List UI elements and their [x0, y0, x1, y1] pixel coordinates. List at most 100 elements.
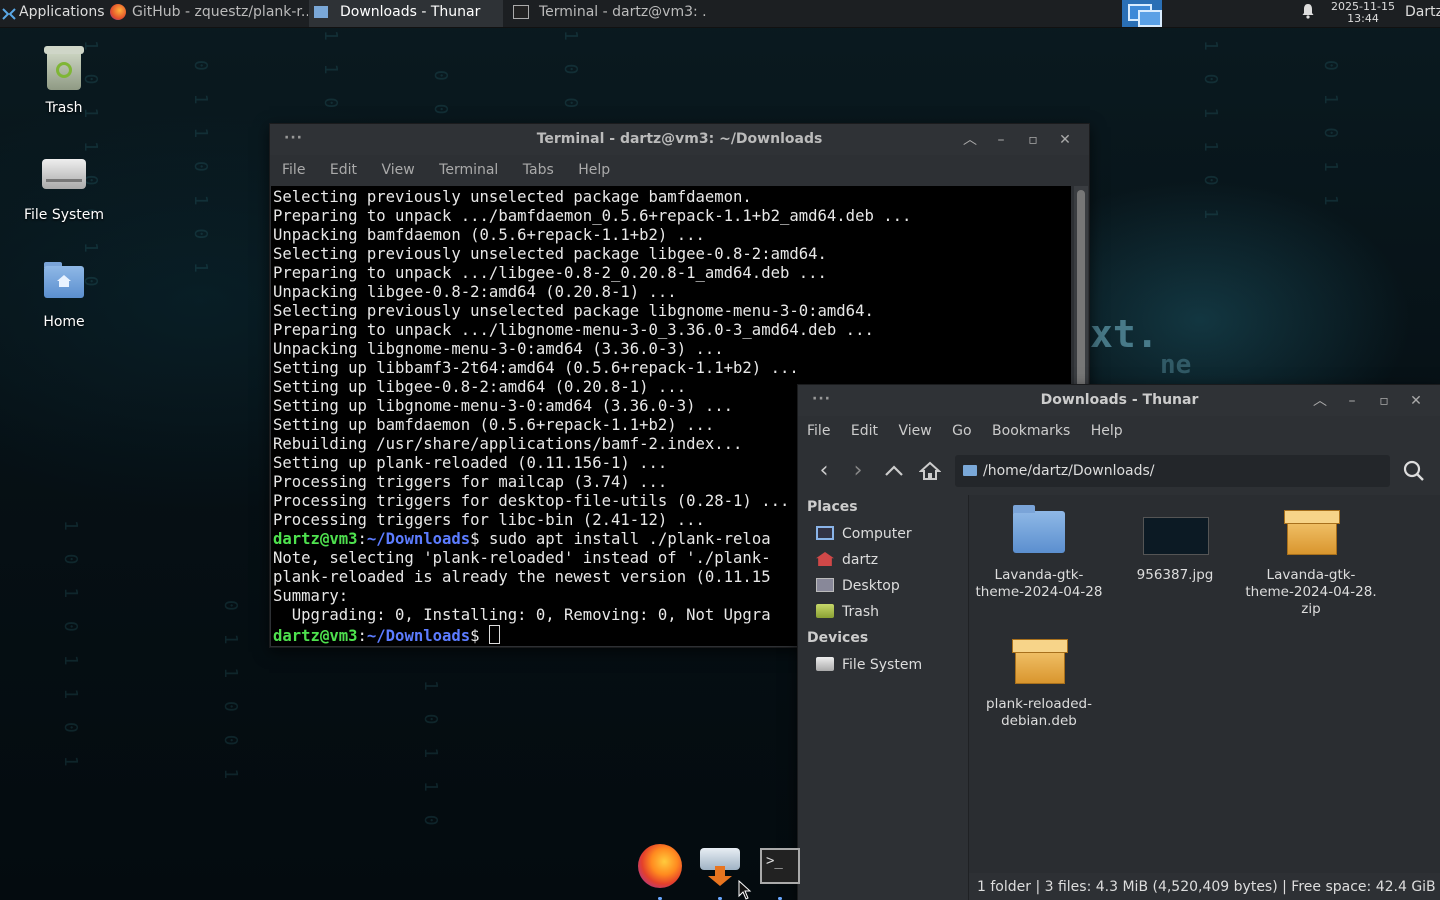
desktop-icon-home[interactable]: Home: [14, 258, 114, 330]
prompt-symbol: $: [470, 530, 480, 548]
file-view[interactable]: Lavanda-gtk- theme-2024-04-28 956387.jpg…: [969, 495, 1440, 873]
file-item-image[interactable]: 956387.jpg: [1105, 503, 1245, 584]
terminal-line: Setting up libgee-0.8-2:amd64 (0.20.8-1)…: [273, 378, 687, 396]
thunar-titlebar[interactable]: ··· Downloads - Thunar ︿ – ▫ ✕: [798, 385, 1440, 416]
desktop-icon-label: File System: [23, 207, 105, 223]
trash-icon: [40, 44, 88, 92]
menu-help[interactable]: Help: [1091, 416, 1123, 446]
menu-terminal[interactable]: Terminal: [439, 155, 498, 185]
task-terminal[interactable]: Terminal - dartz@vm3: ...: [508, 0, 708, 27]
terminal-command-output: Note, selecting 'plank-reloaded' instead…: [273, 549, 771, 624]
firefox-icon: [110, 4, 126, 20]
file-item-zip[interactable]: Lavanda-gtk- theme-2024-04-28. zip: [1241, 503, 1381, 618]
menu-file[interactable]: File: [282, 155, 305, 185]
terminal-line: Rebuilding /usr/share/applications/bamf-…: [273, 435, 743, 453]
home-icon[interactable]: [916, 457, 944, 485]
task-github[interactable]: GitHub - zquestz/plank-r...: [110, 0, 308, 27]
menu-file[interactable]: File: [807, 416, 830, 446]
prompt-path: ~/Downloads: [366, 530, 471, 548]
archive-icon: [1279, 503, 1343, 559]
terminal-line: Processing triggers for mailcap (3.74) .…: [273, 473, 668, 491]
menu-bookmarks[interactable]: Bookmarks: [992, 416, 1070, 446]
menu-go[interactable]: Go: [952, 416, 971, 446]
terminal-line: Note, selecting 'plank-reloaded' instead…: [273, 549, 771, 567]
dock-installer[interactable]: [698, 844, 742, 888]
user-menu[interactable]: Dartz: [1405, 0, 1440, 27]
task-label: Terminal - dartz@vm3: ...: [539, 4, 708, 20]
minimize-button[interactable]: –: [1342, 391, 1362, 411]
package-icon: [1007, 632, 1071, 688]
parent-folder-icon[interactable]: [880, 457, 908, 485]
file-name: Lavanda-gtk- theme-2024-04-28: [975, 567, 1103, 600]
minimize-button[interactable]: –: [991, 130, 1011, 150]
sidebar-item-label: dartz: [842, 552, 879, 568]
workspace-switcher[interactable]: [1122, 0, 1162, 27]
folder-icon: [314, 6, 328, 18]
places-heading: Places: [807, 499, 858, 515]
terminal-line: Processing triggers for desktop-file-uti…: [273, 492, 790, 510]
menu-view[interactable]: View: [381, 155, 414, 185]
applications-menu[interactable]: Applications ⋮: [2, 0, 106, 27]
forward-icon[interactable]: ›: [844, 457, 872, 485]
sidebar-item-filesystem[interactable]: File System: [816, 654, 922, 676]
shade-button[interactable]: ︿: [1310, 391, 1330, 411]
plank-dock: >_: [628, 838, 812, 900]
home-icon: [816, 552, 834, 566]
file-name: plank-reloaded- debian.deb: [986, 696, 1092, 729]
dock-firefox[interactable]: [638, 844, 682, 888]
sidebar-item-trash[interactable]: Trash: [816, 601, 879, 623]
thunar-window[interactable]: ··· Downloads - Thunar ︿ – ▫ ✕ File Edit…: [797, 384, 1440, 900]
menu-edit[interactable]: Edit: [851, 416, 878, 446]
terminal-line: Setting up bamfdaemon (0.5.6+repack-1.1+…: [273, 416, 715, 434]
terminal-icon: >_: [760, 848, 800, 884]
task-thunar[interactable]: Downloads - Thunar: [309, 0, 503, 27]
sidebar-item-label: File System: [842, 657, 923, 673]
back-icon[interactable]: ‹: [810, 457, 838, 485]
close-button[interactable]: ✕: [1055, 130, 1075, 150]
dock-terminal[interactable]: >_: [758, 844, 802, 888]
xfce-logo-icon: [2, 5, 16, 20]
terminal-line: Selecting previously unselected package …: [273, 188, 752, 206]
computer-icon: [816, 526, 834, 540]
file-item-deb[interactable]: plank-reloaded- debian.deb: [969, 632, 1109, 730]
maximize-button[interactable]: ▫: [1374, 391, 1394, 411]
command-text: sudo apt install ./plank-reloa: [479, 530, 771, 548]
thunar-sidebar: Places Computer dartz Desktop Trash Devi…: [798, 495, 969, 900]
close-button[interactable]: ✕: [1406, 391, 1426, 411]
notification-bell-icon[interactable]: [1300, 0, 1320, 27]
desktop-icon-trash[interactable]: Trash: [14, 44, 114, 116]
user-name: Dartz: [1405, 4, 1440, 20]
search-icon[interactable]: [1400, 457, 1428, 485]
folder-icon: [1007, 503, 1071, 559]
menu-edit[interactable]: Edit: [330, 155, 357, 185]
prompt-user: dartz@vm3: [273, 530, 358, 548]
sidebar-item-dartz[interactable]: dartz: [816, 549, 878, 571]
thunar-menubar: File Edit View Go Bookmarks Help: [798, 416, 1440, 446]
trash-icon: [816, 604, 834, 618]
file-item-folder[interactable]: Lavanda-gtk- theme-2024-04-28: [969, 503, 1109, 601]
terminal-titlebar[interactable]: ··· Terminal - dartz@vm3: ~/Downloads ︿ …: [270, 124, 1089, 155]
terminal-line: Preparing to unpack .../libgnome-menu-3-…: [273, 321, 874, 339]
sidebar-item-computer[interactable]: Computer: [816, 523, 912, 545]
menu-tabs[interactable]: Tabs: [523, 155, 554, 185]
maximize-button[interactable]: ▫: [1023, 130, 1043, 150]
desktop-icon-label: Home: [43, 314, 85, 330]
firefox-icon: [638, 844, 682, 888]
clock-time: 13:44: [1347, 12, 1379, 25]
terminal-line: Unpacking bamfdaemon (0.5.6+repack-1.1+b…: [273, 226, 705, 244]
menu-view[interactable]: View: [898, 416, 931, 446]
sidebar-item-desktop[interactable]: Desktop: [816, 575, 900, 597]
terminal-menubar: File Edit View Terminal Tabs Help: [270, 155, 1089, 185]
task-label: Downloads - Thunar: [340, 4, 481, 20]
shade-button[interactable]: ︿: [960, 130, 980, 150]
terminal-icon: [513, 5, 529, 19]
drive-icon: [40, 151, 88, 199]
terminal-line: plank-reloaded is already the newest ver…: [273, 568, 771, 586]
location-bar[interactable]: /home/dartz/Downloads/: [955, 455, 1390, 487]
drive-icon: [816, 657, 834, 671]
menu-help[interactable]: Help: [578, 155, 610, 185]
terminal-line: Summary:: [273, 587, 349, 605]
clock[interactable]: 2025-11-15 13:44: [1326, 1, 1400, 25]
prompt-symbol: $: [470, 627, 480, 645]
desktop-icon-filesystem[interactable]: File System: [14, 151, 114, 223]
